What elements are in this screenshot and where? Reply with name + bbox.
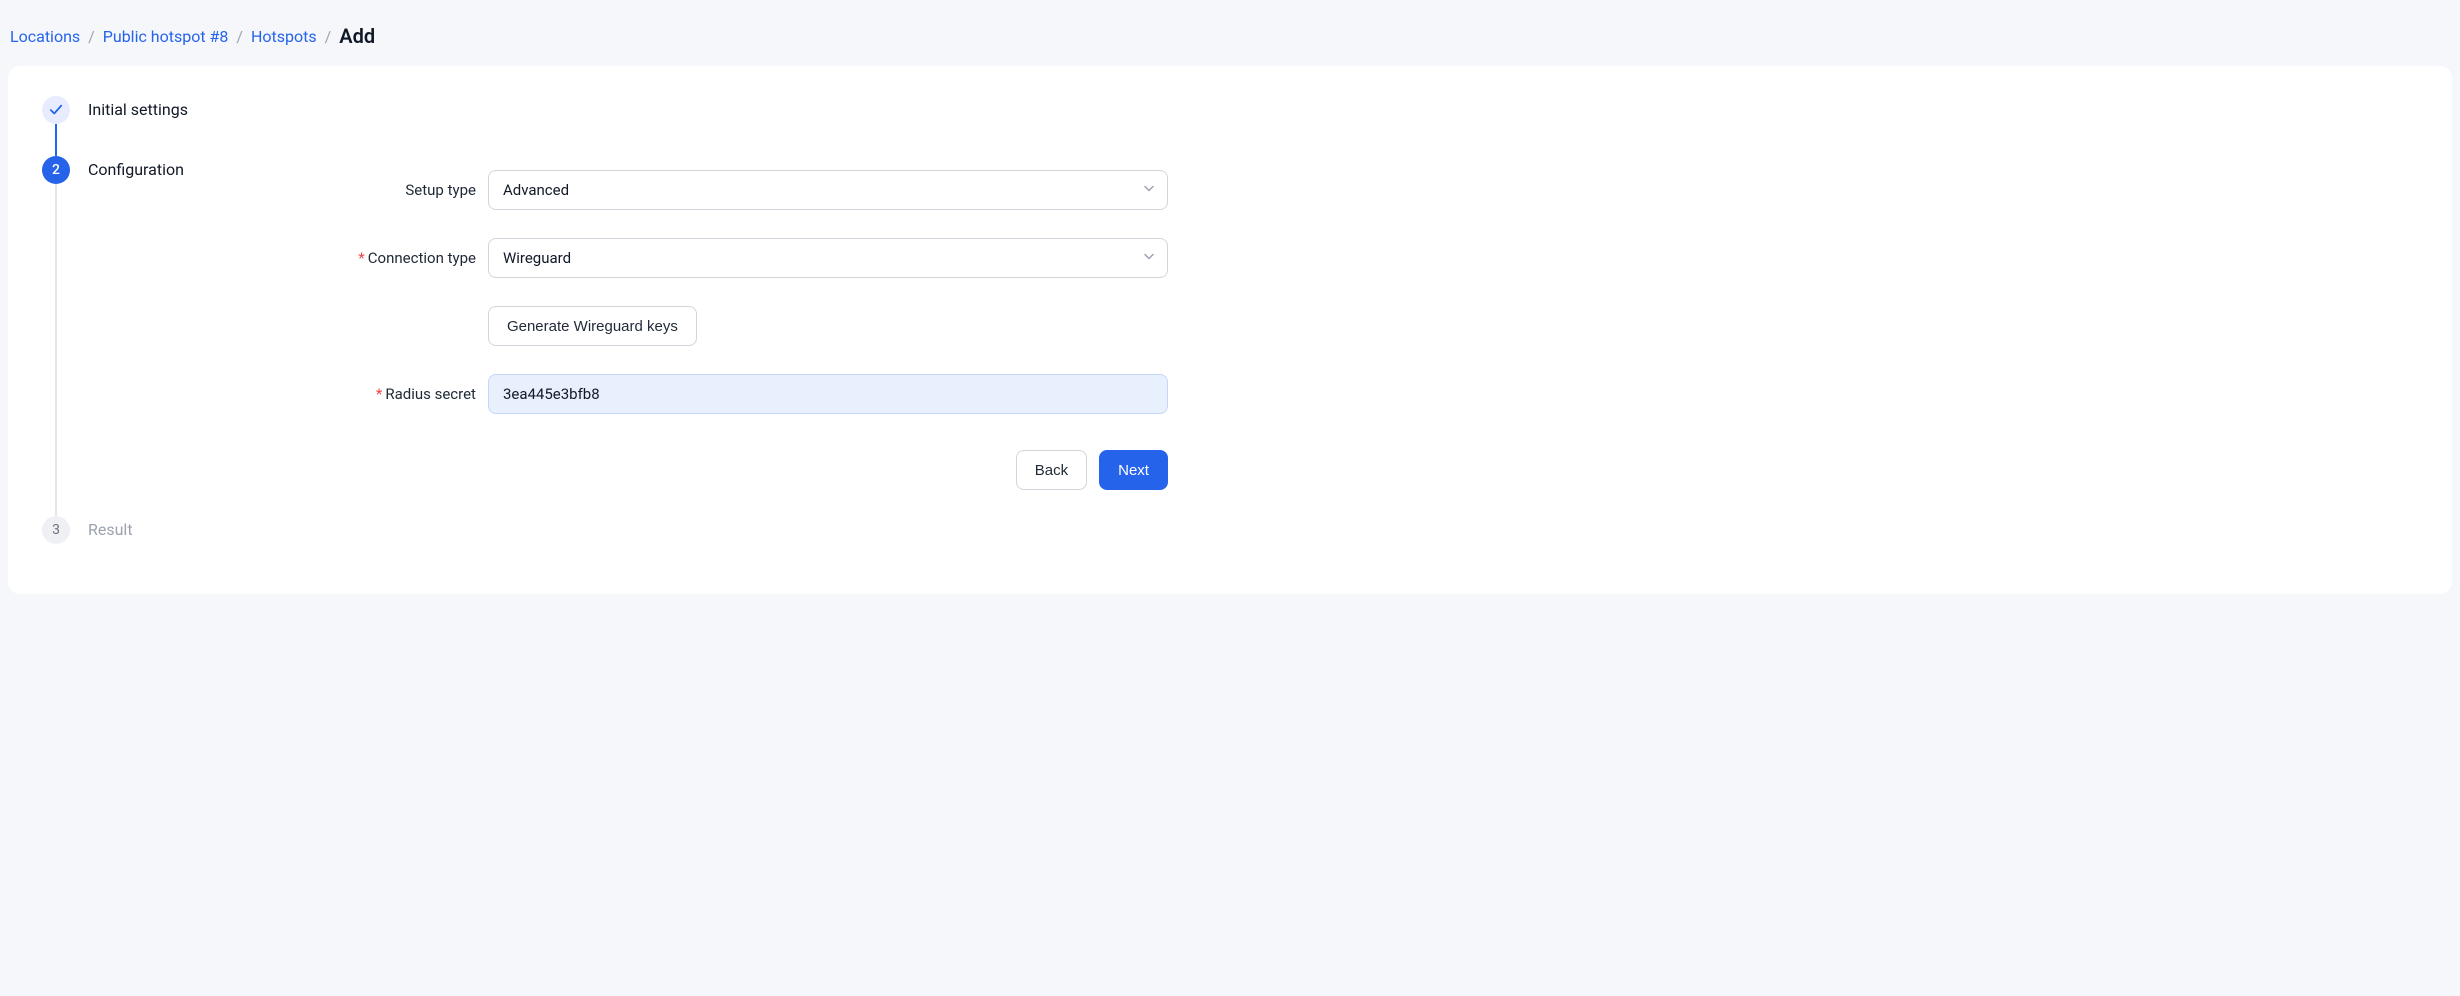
next-button[interactable]: Next [1099,450,1168,490]
breadcrumb-public-hotspot[interactable]: Public hotspot #8 [103,27,229,46]
select-value: Wireguard [503,249,571,267]
label-connection-type: *Connection type [248,249,488,267]
wizard-panel: Initial settings 2 Configuration 3 Resul… [8,66,2452,594]
row-connection-type: *Connection type Wireguard [248,238,1168,278]
breadcrumb: Locations / Public hotspot #8 / Hotspots… [0,0,2460,66]
chevron-down-icon [1143,183,1155,198]
breadcrumb-separator: / [236,27,243,46]
step-title: Result [88,516,133,544]
row-radius-secret: *Radius secret 3ea445e3bfb8 [248,374,1168,414]
step-initial-settings[interactable]: Initial settings [42,96,188,124]
step-result[interactable]: 3 Result [42,516,188,544]
step-title: Initial settings [88,96,188,124]
breadcrumb-locations[interactable]: Locations [10,27,80,46]
row-generate-keys: Generate Wireguard keys [248,306,1168,346]
label-radius-secret: *Radius secret [248,385,488,403]
select-value: Advanced [503,181,569,199]
required-star: * [376,385,382,403]
breadcrumb-current: Add [339,24,375,48]
chevron-down-icon [1143,251,1155,266]
required-star: * [358,249,364,267]
wizard-steps: Initial settings 2 Configuration 3 Resul… [42,96,188,544]
check-icon [49,103,63,117]
breadcrumb-hotspots[interactable]: Hotspots [251,27,317,46]
step-active-marker: 2 [42,156,70,184]
form-actions: Back Next [248,450,1168,490]
step-pending-marker: 3 [42,516,70,544]
back-button[interactable]: Back [1016,450,1087,490]
step-done-marker [42,96,70,124]
step-connector [55,124,57,156]
select-connection-type[interactable]: Wireguard [488,238,1168,278]
breadcrumb-separator: / [88,27,95,46]
breadcrumb-separator: / [325,27,332,46]
generate-wireguard-keys-button[interactable]: Generate Wireguard keys [488,306,697,346]
row-setup-type: Setup type Advanced [248,170,1168,210]
step-connector [55,184,57,516]
select-setup-type[interactable]: Advanced [488,170,1168,210]
step-title: Configuration [88,156,184,184]
radius-secret-field[interactable]: 3ea445e3bfb8 [488,374,1168,414]
step-configuration[interactable]: 2 Configuration [42,156,188,184]
configuration-form: Setup type Advanced *Connection type [188,96,2418,544]
label-setup-type: Setup type [248,181,488,199]
